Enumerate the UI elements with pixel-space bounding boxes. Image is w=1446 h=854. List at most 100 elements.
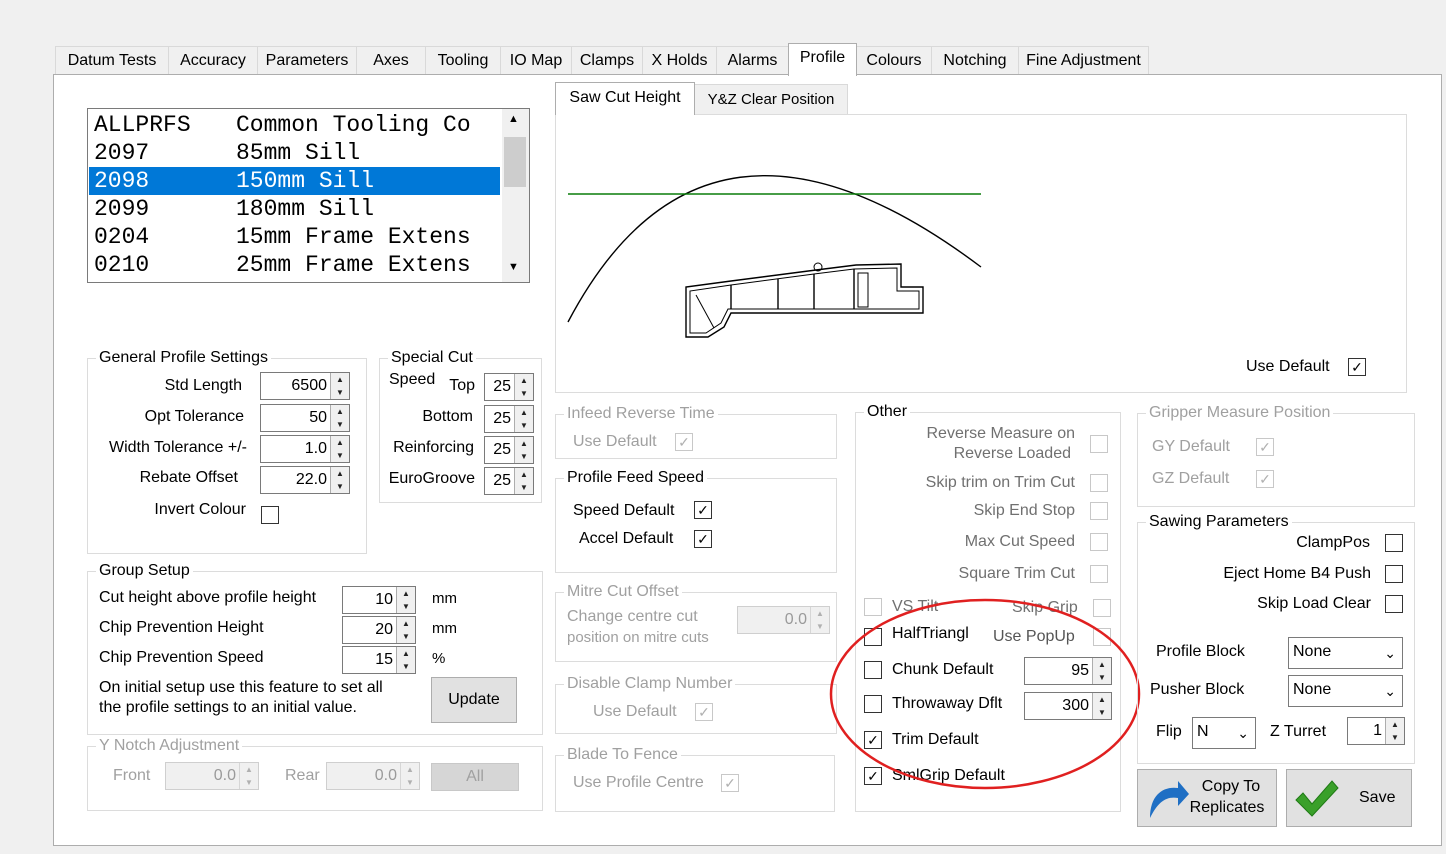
clamp-use-default-checkbox[interactable]: ✓ [695,703,713,721]
spin-arrows-icon: ▲ ▼ [396,587,415,613]
tab-io-map[interactable]: IO Map [500,46,572,75]
infeed-use-default-checkbox[interactable]: ✓ [675,433,693,451]
spin-arrows-icon: ▲ ▼ [396,647,415,673]
group-title: Group Setup [96,561,193,581]
chip-speed-unit: % [432,650,446,667]
list-item[interactable]: ALLPRFS Common Tooling Co [89,111,500,139]
all-button[interactable]: All [431,763,519,791]
invert-colour-checkbox[interactable] [261,506,279,524]
tab-x-holds[interactable]: X Holds [642,46,717,75]
eurogroove-label: EuroGroove [388,470,475,487]
scroll-down-icon[interactable]: ▼ [508,261,519,273]
rebate-offset-spinner[interactable]: 22.0 ▲ ▼ [260,466,350,494]
group-title: Blade To Fence [564,745,681,765]
reverse-measure-label-line1: Reverse Measure on [926,425,1075,442]
rebate-offset-label: Rebate Offset [139,469,238,486]
reinforcing-label: Reinforcing [393,439,474,456]
gz-default-checkbox[interactable]: ✓ [1256,470,1274,488]
gz-default-label: GZ Default [1152,470,1230,487]
infeed-use-default-label: Use Default [573,433,657,450]
accel-default-checkbox[interactable]: ✓ [694,530,712,548]
tab-alarms[interactable]: Alarms [716,46,789,75]
chip-height-spinner[interactable]: 20 ▲ ▼ [342,616,416,644]
chip-speed-spinner[interactable]: 15 ▲ ▼ [342,646,416,674]
cut-height-spinner[interactable]: 10 ▲ ▼ [342,586,416,614]
save-button[interactable]: Save [1286,769,1412,827]
tab-clamps[interactable]: Clamps [571,46,643,75]
clamp-use-default-label: Use Default [593,703,677,720]
gy-default-checkbox[interactable]: ✓ [1256,438,1274,456]
tab-parameters[interactable]: Parameters [257,46,357,75]
z-turret-spinner[interactable]: 1 ▲ ▼ [1347,717,1405,745]
skip-trim-checkbox[interactable] [1090,474,1108,492]
tab-yz-clear-position[interactable]: Y&Z Clear Position [694,84,848,115]
width-tolerance-spinner[interactable]: 1.0 ▲ ▼ [260,435,350,463]
copy-to-replicates-button[interactable]: Copy To Replicates [1137,769,1277,827]
square-trim-checkbox[interactable] [1090,565,1108,583]
list-item[interactable]: 2099 180mm Sill [89,195,500,223]
list-scrollbar[interactable]: ▲ ▼ [502,109,529,282]
profile-list[interactable]: ALLPRFS Common Tooling Co 2097 85mm Sill 2… [87,108,530,283]
gripper-measure-group: Gripper Measure Position [1137,403,1415,507]
list-item[interactable]: 0204 15mm Frame Extens [89,223,500,251]
group-title: Other [864,402,911,422]
skip-end-stop-label: Skip End Stop [973,502,1075,519]
eject-home-checkbox[interactable] [1385,565,1403,583]
opt-tolerance-spinner[interactable]: 50 ▲ ▼ [260,404,350,432]
max-cut-speed-checkbox[interactable] [1090,533,1108,551]
group-title: Y Notch Adjustment [96,736,243,756]
update-button[interactable]: Update [431,677,517,723]
tab-datum-tests[interactable]: Datum Tests [55,46,169,75]
accel-default-label: Accel Default [579,530,674,547]
std-length-label: Std Length [164,377,242,394]
graphic-use-default-checkbox[interactable]: ✓ [1348,358,1366,376]
scroll-up-icon[interactable]: ▲ [508,113,519,125]
clamp-pos-checkbox[interactable] [1385,534,1403,552]
group-title: General Profile Settings [96,348,271,368]
spin-arrows-icon: ▲ ▼ [330,467,349,493]
list-item-selected[interactable]: 2098 150mm Sill [89,167,500,195]
tab-tooling[interactable]: Tooling [425,46,501,75]
list-item[interactable]: 0210 25mm Frame Extens [89,251,500,279]
rear-spinner[interactable]: 0.0 ▲ ▼ [326,762,420,790]
speed-default-checkbox[interactable]: ✓ [694,501,712,519]
skip-load-clear-checkbox[interactable] [1385,595,1403,613]
setup-note-line1: On initial setup use this feature to set… [99,679,383,696]
chevron-down-icon: ⌄ [1384,683,1396,699]
skip-end-stop-checkbox[interactable] [1090,502,1108,520]
mitre-note-line1: Change centre cut [567,608,698,625]
flip-label: Flip [1156,723,1182,740]
bottom-spinner[interactable]: 25 ▲ ▼ [484,405,534,433]
spin-arrows-icon: ▲ ▼ [1385,718,1404,744]
reverse-measure-checkbox[interactable] [1090,435,1108,453]
tab-notching[interactable]: Notching [931,46,1019,75]
tab-colours[interactable]: Colours [856,46,932,75]
mitre-offset-spinner[interactable]: 0.0 ▲ ▼ [737,606,830,634]
skip-load-clear-label: Skip Load Clear [1257,595,1371,612]
group-title: Infeed Reverse Time [564,404,718,424]
profile-block-select[interactable]: None ⌄ [1288,637,1403,669]
eject-home-label: Eject Home B4 Push [1223,565,1371,582]
skip-trim-label: Skip trim on Trim Cut [925,474,1075,491]
tab-accuracy[interactable]: Accuracy [168,46,258,75]
use-profile-centre-checkbox[interactable]: ✓ [721,774,739,792]
tab-axes[interactable]: Axes [356,46,426,75]
cut-height-unit: mm [432,590,457,607]
speed-default-label: Speed Default [573,502,675,519]
tab-saw-cut-height[interactable]: Saw Cut Height [555,82,695,115]
pusher-block-select[interactable]: None ⌄ [1288,675,1403,707]
flip-select[interactable]: N ⌄ [1192,717,1256,749]
std-length-spinner[interactable]: 6500 ▲ ▼ [260,372,350,400]
reinforcing-spinner[interactable]: 25 ▲ ▼ [484,436,534,464]
clamp-pos-label: ClampPos [1296,534,1370,551]
spin-arrows-icon: ▲ ▼ [514,437,533,463]
top-spinner[interactable]: 25 ▲ ▼ [484,373,534,401]
scroll-thumb[interactable] [504,137,526,187]
list-item[interactable]: 2097 85mm Sill [89,139,500,167]
tab-fine-adjustment[interactable]: Fine Adjustment [1018,46,1149,75]
spin-arrows-icon: ▲ ▼ [330,436,349,462]
front-spinner[interactable]: 0.0 ▲ ▼ [165,762,259,790]
eurogroove-spinner[interactable]: 25 ▲ ▼ [484,467,534,495]
chevron-down-icon: ⌄ [1384,645,1396,661]
tab-profile[interactable]: Profile [788,43,857,76]
